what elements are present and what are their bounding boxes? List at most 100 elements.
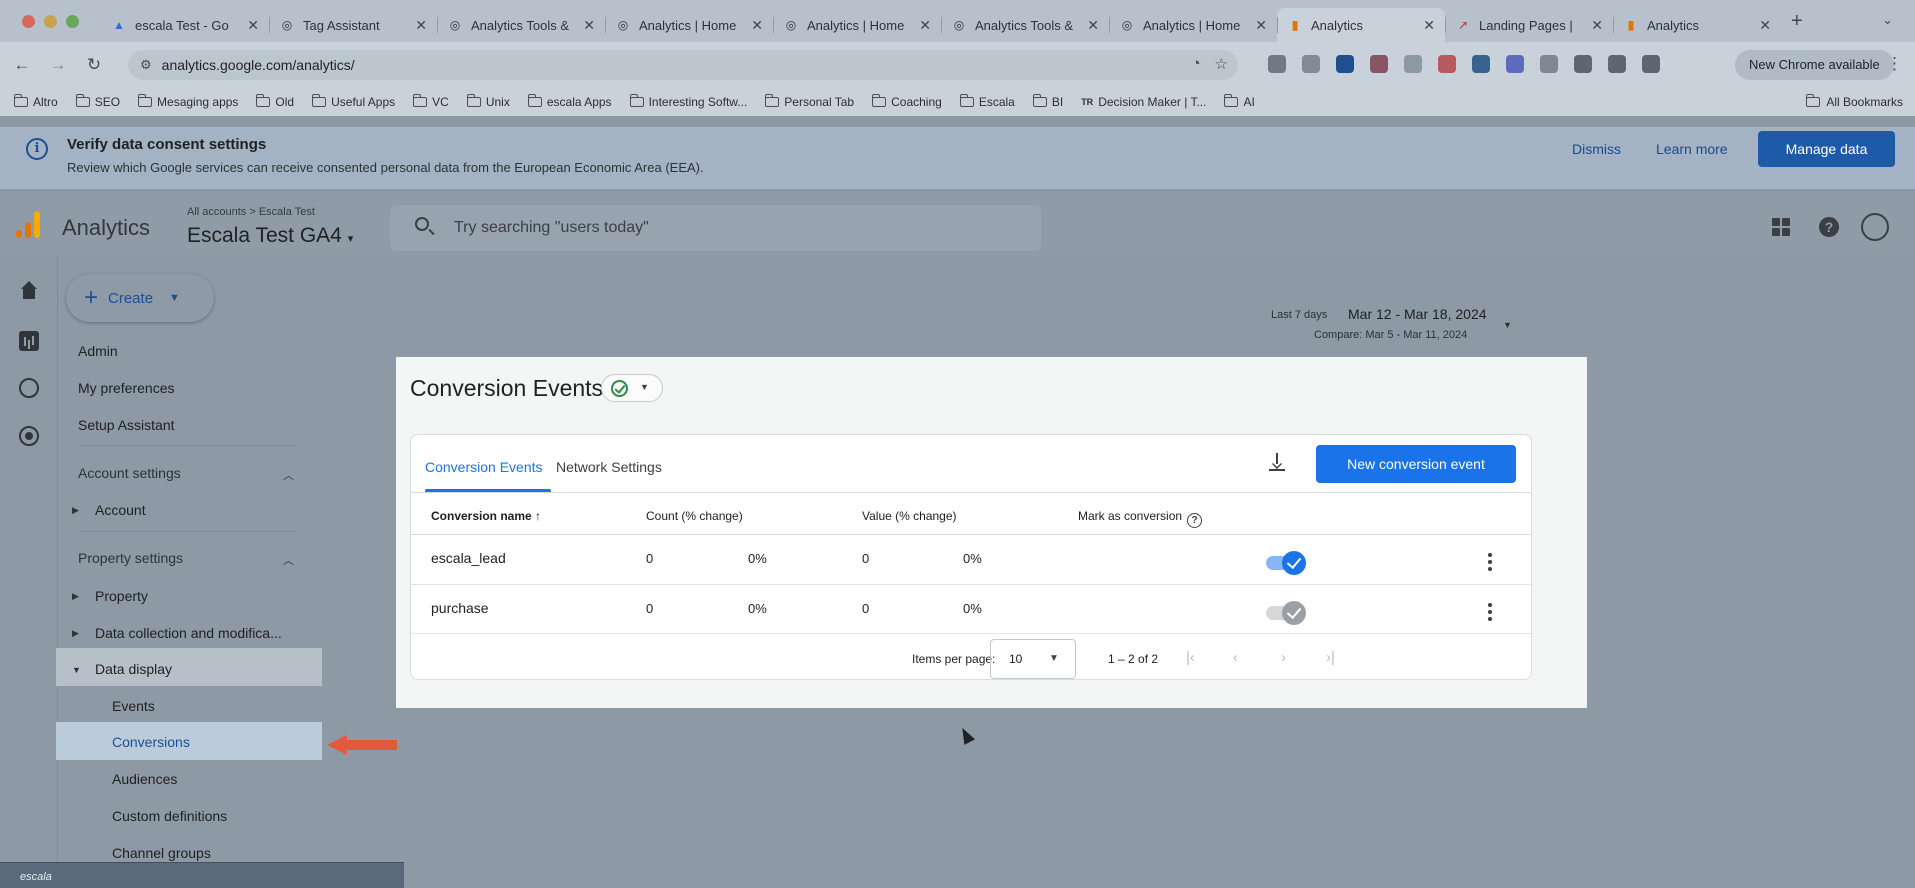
sidebar-item-data-collection[interactable]: Data collection and modifica... <box>95 625 282 641</box>
browser-tab[interactable]: ◎ Analytics Tools & ✕ <box>941 8 1109 42</box>
tab-network-settings[interactable]: Network Settings <box>556 459 662 475</box>
tab-conversion-events[interactable]: Conversion Events <box>425 459 543 475</box>
home-icon[interactable] <box>19 281 39 301</box>
expand-caret-icon[interactable]: ▶ <box>72 628 79 639</box>
browser-tab[interactable]: ◎ Tag Assistant ✕ <box>269 8 437 42</box>
create-button[interactable]: + Create ▼ <box>66 274 214 322</box>
browser-tab[interactable]: ◎ Analytics | Home ✕ <box>773 8 941 42</box>
chevron-up-icon[interactable]: ︿ <box>283 467 294 483</box>
bookmark-folder[interactable]: Coaching <box>872 94 942 109</box>
extension-icon[interactable] <box>1370 55 1388 73</box>
bookmark-folder[interactable]: escala Apps <box>527 94 612 109</box>
minimize-window-button[interactable] <box>44 14 57 28</box>
column-header-conversion-name[interactable]: Conversion name ↑ <box>431 509 541 523</box>
close-tab-icon[interactable]: ✕ <box>247 17 259 34</box>
help-icon[interactable]: ? <box>1187 513 1203 528</box>
download-icon[interactable] <box>1267 453 1287 473</box>
advertising-icon[interactable] <box>19 426 39 446</box>
profile-icon[interactable] <box>1642 55 1660 73</box>
expand-caret-icon[interactable]: ▶ <box>72 591 79 602</box>
chevron-down-icon[interactable]: ▼ <box>1503 320 1512 330</box>
side-panel-icon[interactable] <box>1608 55 1626 73</box>
mark-as-conversion-toggle[interactable] <box>1266 551 1306 575</box>
bookmark-star-icon[interactable]: ☆ <box>1215 55 1228 73</box>
tab-search-chevron-icon[interactable]: ⌄ <box>1882 12 1893 28</box>
bookmark-folder[interactable]: Mesaging apps <box>138 94 238 109</box>
extension-icon[interactable] <box>1404 55 1422 73</box>
performance-icon[interactable]: ◔ <box>1191 55 1200 73</box>
row-more-icon[interactable] <box>1487 553 1493 571</box>
reload-icon[interactable]: ↻ <box>80 55 108 75</box>
close-tab-icon[interactable]: ✕ <box>751 17 763 34</box>
browser-tab[interactable]: ▮ Analytics ✕ <box>1613 8 1781 42</box>
last-page-icon[interactable]: ›| <box>1326 649 1335 666</box>
browser-tab-active[interactable]: ▮ Analytics ✕ <box>1277 8 1445 42</box>
sidebar-item-setup-assistant[interactable]: Setup Assistant <box>78 417 175 433</box>
new-conversion-event-button[interactable]: New conversion event <box>1316 445 1516 483</box>
collapse-caret-icon[interactable]: ▼ <box>72 665 81 675</box>
sidebar-section-property-settings[interactable]: Property settings <box>78 550 183 566</box>
sidebar-item-audiences[interactable]: Audiences <box>112 771 177 787</box>
reports-icon[interactable] <box>19 331 39 351</box>
close-tab-icon[interactable]: ✕ <box>415 17 427 34</box>
google-analytics-logo-icon[interactable] <box>16 210 42 238</box>
avatar[interactable] <box>1861 213 1889 241</box>
sidebar-item-property[interactable]: Property <box>95 588 148 604</box>
close-window-button[interactable] <box>22 14 35 28</box>
sidebar-section-account-settings[interactable]: Account settings <box>78 465 181 481</box>
bookmark-link[interactable]: TR Decision Maker | T... <box>1081 95 1206 109</box>
help-icon[interactable]: ? <box>1819 217 1839 237</box>
close-tab-icon[interactable]: ✕ <box>1591 17 1603 34</box>
new-chrome-available-button[interactable]: New Chrome available <box>1735 50 1894 80</box>
sidebar-item-events[interactable]: Events <box>112 698 155 714</box>
browser-tab[interactable]: ◎ Analytics Tools & ✕ <box>437 8 605 42</box>
bookmark-folder[interactable]: Old <box>256 94 294 109</box>
extension-icon[interactable] <box>1302 55 1320 73</box>
column-header-count[interactable]: Count (% change) <box>646 509 743 523</box>
close-tab-icon[interactable]: ✕ <box>1759 17 1771 34</box>
property-selector[interactable]: Escala Test GA4 ▾ <box>187 224 353 248</box>
bookmark-folder[interactable]: Personal Tab <box>765 94 854 109</box>
browser-tab[interactable]: ↗ Landing Pages | ✕ <box>1445 8 1613 42</box>
sidebar-item-channel-groups[interactable]: Channel groups <box>112 845 211 861</box>
address-bar[interactable]: ⚙ analytics.google.com/analytics/ ◔ ☆ <box>128 50 1238 80</box>
browser-tab[interactable]: ◎ Analytics | Home ✕ <box>605 8 773 42</box>
forward-icon[interactable]: → <box>44 55 72 75</box>
extension-icon[interactable] <box>1336 55 1354 73</box>
row-more-icon[interactable] <box>1487 603 1493 621</box>
extensions-puzzle-icon[interactable] <box>1574 55 1592 73</box>
column-header-value[interactable]: Value (% change) <box>862 509 957 523</box>
back-icon[interactable]: ← <box>8 55 36 75</box>
extension-icon[interactable] <box>1540 55 1558 73</box>
close-tab-icon[interactable]: ✕ <box>1255 17 1267 34</box>
sidebar-item-admin[interactable]: Admin <box>78 343 118 359</box>
learn-more-link[interactable]: Learn more <box>1656 141 1728 157</box>
sidebar-item-account[interactable]: Account <box>95 502 146 518</box>
browser-menu-icon[interactable]: ⋮ <box>1886 54 1903 74</box>
manage-data-button[interactable]: Manage data <box>1758 131 1895 167</box>
extension-icon[interactable] <box>1472 55 1490 73</box>
close-tab-icon[interactable]: ✕ <box>919 17 931 34</box>
bookmark-folder[interactable]: Unix <box>466 94 510 109</box>
bookmark-folder[interactable]: Interesting Softw... <box>629 94 747 109</box>
apps-grid-icon[interactable] <box>1772 218 1790 236</box>
close-tab-icon[interactable]: ✕ <box>1087 17 1099 34</box>
chevron-up-icon[interactable]: ︿ <box>283 552 294 568</box>
breadcrumb[interactable]: All accounts > Escala Test <box>187 206 315 218</box>
previous-page-icon[interactable]: ‹ <box>1233 649 1238 666</box>
first-page-icon[interactable]: |‹ <box>1186 649 1195 666</box>
close-tab-icon[interactable]: ✕ <box>1423 17 1435 34</box>
all-bookmarks[interactable]: All Bookmarks <box>1806 94 1903 109</box>
bookmark-folder[interactable]: Escala <box>959 94 1015 109</box>
new-tab-icon[interactable]: + <box>1791 10 1803 33</box>
bookmark-folder[interactable]: Altro <box>14 94 58 109</box>
expand-caret-icon[interactable]: ▶ <box>72 505 79 516</box>
items-per-page-select[interactable]: 10 ▼ <box>990 639 1076 679</box>
search-input[interactable]: Try searching "users today" <box>390 205 1041 251</box>
site-settings-icon[interactable]: ⚙ <box>140 57 152 73</box>
sidebar-item-data-display[interactable]: Data display <box>95 661 172 677</box>
bookmark-folder[interactable]: Useful Apps <box>312 94 395 109</box>
extension-icon[interactable] <box>1506 55 1524 73</box>
bookmark-folder[interactable]: SEO <box>75 94 120 109</box>
bookmark-folder[interactable]: VC <box>413 94 449 109</box>
